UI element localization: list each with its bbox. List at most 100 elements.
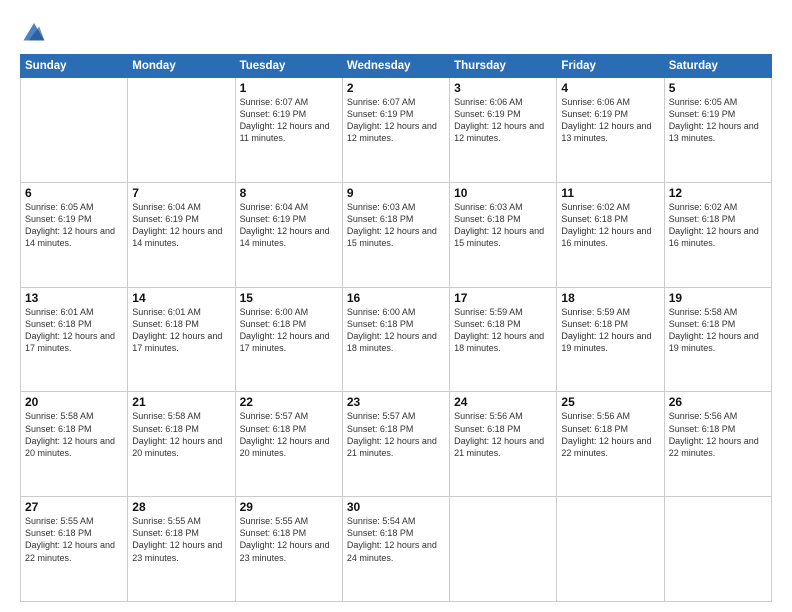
day-number: 28 xyxy=(132,500,230,514)
day-info: Sunrise: 6:04 AM Sunset: 6:19 PM Dayligh… xyxy=(240,201,338,250)
day-number: 9 xyxy=(347,186,445,200)
day-info: Sunrise: 6:07 AM Sunset: 6:19 PM Dayligh… xyxy=(347,96,445,145)
day-info: Sunrise: 5:59 AM Sunset: 6:18 PM Dayligh… xyxy=(561,306,659,355)
day-info: Sunrise: 6:05 AM Sunset: 6:19 PM Dayligh… xyxy=(669,96,767,145)
calendar-cell: 25Sunrise: 5:56 AM Sunset: 6:18 PM Dayli… xyxy=(557,392,664,497)
calendar-cell: 16Sunrise: 6:00 AM Sunset: 6:18 PM Dayli… xyxy=(342,287,449,392)
day-number: 6 xyxy=(25,186,123,200)
day-number: 11 xyxy=(561,186,659,200)
day-number: 7 xyxy=(132,186,230,200)
day-number: 14 xyxy=(132,291,230,305)
day-info: Sunrise: 5:56 AM Sunset: 6:18 PM Dayligh… xyxy=(561,410,659,459)
day-number: 23 xyxy=(347,395,445,409)
calendar-cell: 18Sunrise: 5:59 AM Sunset: 6:18 PM Dayli… xyxy=(557,287,664,392)
calendar-cell: 6Sunrise: 6:05 AM Sunset: 6:19 PM Daylig… xyxy=(21,182,128,287)
weekday-row: SundayMondayTuesdayWednesdayThursdayFrid… xyxy=(21,55,772,78)
page-header xyxy=(20,16,772,44)
calendar-cell: 23Sunrise: 5:57 AM Sunset: 6:18 PM Dayli… xyxy=(342,392,449,497)
day-number: 26 xyxy=(669,395,767,409)
day-info: Sunrise: 5:54 AM Sunset: 6:18 PM Dayligh… xyxy=(347,515,445,564)
calendar-cell: 29Sunrise: 5:55 AM Sunset: 6:18 PM Dayli… xyxy=(235,497,342,602)
day-info: Sunrise: 6:01 AM Sunset: 6:18 PM Dayligh… xyxy=(132,306,230,355)
day-info: Sunrise: 5:55 AM Sunset: 6:18 PM Dayligh… xyxy=(240,515,338,564)
calendar-week-row: 27Sunrise: 5:55 AM Sunset: 6:18 PM Dayli… xyxy=(21,497,772,602)
calendar-cell: 7Sunrise: 6:04 AM Sunset: 6:19 PM Daylig… xyxy=(128,182,235,287)
day-info: Sunrise: 6:01 AM Sunset: 6:18 PM Dayligh… xyxy=(25,306,123,355)
calendar-cell: 11Sunrise: 6:02 AM Sunset: 6:18 PM Dayli… xyxy=(557,182,664,287)
day-info: Sunrise: 5:56 AM Sunset: 6:18 PM Dayligh… xyxy=(454,410,552,459)
calendar-cell: 5Sunrise: 6:05 AM Sunset: 6:19 PM Daylig… xyxy=(664,78,771,183)
day-info: Sunrise: 5:58 AM Sunset: 6:18 PM Dayligh… xyxy=(669,306,767,355)
weekday-header-wednesday: Wednesday xyxy=(342,55,449,78)
calendar-cell xyxy=(557,497,664,602)
calendar-cell xyxy=(128,78,235,183)
day-number: 21 xyxy=(132,395,230,409)
calendar-cell: 8Sunrise: 6:04 AM Sunset: 6:19 PM Daylig… xyxy=(235,182,342,287)
calendar-cell: 21Sunrise: 5:58 AM Sunset: 6:18 PM Dayli… xyxy=(128,392,235,497)
calendar-cell: 28Sunrise: 5:55 AM Sunset: 6:18 PM Dayli… xyxy=(128,497,235,602)
day-number: 24 xyxy=(454,395,552,409)
weekday-header-saturday: Saturday xyxy=(664,55,771,78)
day-number: 8 xyxy=(240,186,338,200)
calendar-cell: 1Sunrise: 6:07 AM Sunset: 6:19 PM Daylig… xyxy=(235,78,342,183)
day-info: Sunrise: 5:58 AM Sunset: 6:18 PM Dayligh… xyxy=(132,410,230,459)
day-number: 30 xyxy=(347,500,445,514)
day-info: Sunrise: 6:07 AM Sunset: 6:19 PM Dayligh… xyxy=(240,96,338,145)
day-number: 17 xyxy=(454,291,552,305)
calendar-cell: 3Sunrise: 6:06 AM Sunset: 6:19 PM Daylig… xyxy=(450,78,557,183)
calendar-week-row: 6Sunrise: 6:05 AM Sunset: 6:19 PM Daylig… xyxy=(21,182,772,287)
day-number: 4 xyxy=(561,81,659,95)
day-info: Sunrise: 5:59 AM Sunset: 6:18 PM Dayligh… xyxy=(454,306,552,355)
calendar-cell: 30Sunrise: 5:54 AM Sunset: 6:18 PM Dayli… xyxy=(342,497,449,602)
weekday-header-tuesday: Tuesday xyxy=(235,55,342,78)
day-info: Sunrise: 5:58 AM Sunset: 6:18 PM Dayligh… xyxy=(25,410,123,459)
weekday-header-thursday: Thursday xyxy=(450,55,557,78)
day-number: 20 xyxy=(25,395,123,409)
logo-icon xyxy=(20,16,48,44)
day-info: Sunrise: 6:06 AM Sunset: 6:19 PM Dayligh… xyxy=(561,96,659,145)
calendar-cell: 27Sunrise: 5:55 AM Sunset: 6:18 PM Dayli… xyxy=(21,497,128,602)
day-number: 27 xyxy=(25,500,123,514)
calendar-week-row: 20Sunrise: 5:58 AM Sunset: 6:18 PM Dayli… xyxy=(21,392,772,497)
day-info: Sunrise: 6:03 AM Sunset: 6:18 PM Dayligh… xyxy=(347,201,445,250)
calendar-cell: 14Sunrise: 6:01 AM Sunset: 6:18 PM Dayli… xyxy=(128,287,235,392)
day-info: Sunrise: 5:56 AM Sunset: 6:18 PM Dayligh… xyxy=(669,410,767,459)
calendar-cell: 13Sunrise: 6:01 AM Sunset: 6:18 PM Dayli… xyxy=(21,287,128,392)
day-info: Sunrise: 5:57 AM Sunset: 6:18 PM Dayligh… xyxy=(347,410,445,459)
day-number: 1 xyxy=(240,81,338,95)
day-info: Sunrise: 6:00 AM Sunset: 6:18 PM Dayligh… xyxy=(347,306,445,355)
day-number: 3 xyxy=(454,81,552,95)
calendar-cell: 19Sunrise: 5:58 AM Sunset: 6:18 PM Dayli… xyxy=(664,287,771,392)
weekday-header-monday: Monday xyxy=(128,55,235,78)
calendar-cell xyxy=(450,497,557,602)
day-info: Sunrise: 6:04 AM Sunset: 6:19 PM Dayligh… xyxy=(132,201,230,250)
day-number: 22 xyxy=(240,395,338,409)
calendar-cell: 4Sunrise: 6:06 AM Sunset: 6:19 PM Daylig… xyxy=(557,78,664,183)
calendar-header: SundayMondayTuesdayWednesdayThursdayFrid… xyxy=(21,55,772,78)
calendar-cell: 9Sunrise: 6:03 AM Sunset: 6:18 PM Daylig… xyxy=(342,182,449,287)
logo xyxy=(20,16,52,44)
calendar-table: SundayMondayTuesdayWednesdayThursdayFrid… xyxy=(20,54,772,602)
calendar-cell: 2Sunrise: 6:07 AM Sunset: 6:19 PM Daylig… xyxy=(342,78,449,183)
day-info: Sunrise: 5:55 AM Sunset: 6:18 PM Dayligh… xyxy=(25,515,123,564)
calendar-cell: 26Sunrise: 5:56 AM Sunset: 6:18 PM Dayli… xyxy=(664,392,771,497)
calendar-cell: 22Sunrise: 5:57 AM Sunset: 6:18 PM Dayli… xyxy=(235,392,342,497)
calendar-cell: 17Sunrise: 5:59 AM Sunset: 6:18 PM Dayli… xyxy=(450,287,557,392)
calendar-cell xyxy=(664,497,771,602)
weekday-header-sunday: Sunday xyxy=(21,55,128,78)
day-number: 25 xyxy=(561,395,659,409)
calendar-cell: 20Sunrise: 5:58 AM Sunset: 6:18 PM Dayli… xyxy=(21,392,128,497)
calendar-cell: 24Sunrise: 5:56 AM Sunset: 6:18 PM Dayli… xyxy=(450,392,557,497)
calendar-week-row: 1Sunrise: 6:07 AM Sunset: 6:19 PM Daylig… xyxy=(21,78,772,183)
weekday-header-friday: Friday xyxy=(557,55,664,78)
day-number: 5 xyxy=(669,81,767,95)
day-info: Sunrise: 5:57 AM Sunset: 6:18 PM Dayligh… xyxy=(240,410,338,459)
day-info: Sunrise: 6:05 AM Sunset: 6:19 PM Dayligh… xyxy=(25,201,123,250)
day-number: 13 xyxy=(25,291,123,305)
calendar-cell: 15Sunrise: 6:00 AM Sunset: 6:18 PM Dayli… xyxy=(235,287,342,392)
day-info: Sunrise: 6:02 AM Sunset: 6:18 PM Dayligh… xyxy=(561,201,659,250)
calendar-week-row: 13Sunrise: 6:01 AM Sunset: 6:18 PM Dayli… xyxy=(21,287,772,392)
day-number: 19 xyxy=(669,291,767,305)
day-number: 16 xyxy=(347,291,445,305)
day-number: 15 xyxy=(240,291,338,305)
